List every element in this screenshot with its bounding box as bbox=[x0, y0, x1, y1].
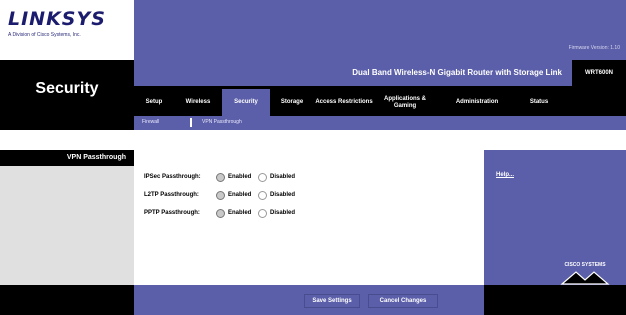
pptp-enabled-radio[interactable] bbox=[216, 209, 225, 218]
ipsec-label: IPSec Passthrough: bbox=[144, 174, 201, 180]
product-strip: Dual Band Wireless-N Gigabit Router with… bbox=[134, 60, 626, 86]
pptp-disabled-label: Disabled bbox=[270, 210, 296, 216]
l2tp-disabled-radio[interactable] bbox=[258, 191, 267, 200]
linksys-logo: LINKSYS A Division of Cisco Systems, Inc… bbox=[8, 8, 128, 44]
logo-subtitle: A Division of Cisco Systems, Inc. bbox=[8, 32, 81, 38]
tab-storage[interactable]: Storage bbox=[270, 89, 314, 116]
subtab-separator bbox=[190, 118, 192, 127]
subtab-vpn-passthrough[interactable]: VPN Passthrough bbox=[202, 119, 242, 125]
header-band: Firmware Version: 1.10 bbox=[134, 0, 626, 60]
section-title: Security bbox=[35, 80, 99, 97]
l2tp-enabled-label: Enabled bbox=[228, 192, 252, 198]
left-gap bbox=[0, 130, 134, 150]
l2tp-disabled-label: Disabled bbox=[270, 192, 296, 198]
bottom-bar: Save Settings Cancel Changes bbox=[0, 285, 626, 315]
cancel-changes-button[interactable]: Cancel Changes bbox=[368, 294, 438, 308]
top-header: LINKSYS A Division of Cisco Systems, Inc… bbox=[0, 0, 626, 60]
main-tabs: Setup Wireless Security Storage Access R… bbox=[134, 89, 626, 116]
pptp-disabled-radio[interactable] bbox=[258, 209, 267, 218]
ipsec-disabled-label: Disabled bbox=[270, 174, 296, 180]
tab-security[interactable]: Security bbox=[222, 89, 270, 116]
firmware-version: Firmware Version: 1.10 bbox=[568, 45, 620, 51]
tab-wireless[interactable]: Wireless bbox=[174, 89, 222, 116]
save-settings-button[interactable]: Save Settings bbox=[304, 294, 360, 308]
cisco-logo: CISCO SYSTEMS bbox=[556, 258, 614, 286]
tab-administration[interactable]: Administration bbox=[436, 89, 518, 116]
bottom-left-block bbox=[0, 285, 134, 315]
left-sidebar: VPN Passthrough bbox=[0, 130, 134, 285]
tab-access-restrictions[interactable]: Access Restrictions bbox=[314, 89, 374, 116]
ipsec-enabled-radio[interactable] bbox=[216, 173, 225, 182]
help-link[interactable]: Help... bbox=[496, 172, 514, 178]
l2tp-enabled-radio[interactable] bbox=[216, 191, 225, 200]
left-label-bar: VPN Passthrough bbox=[0, 150, 134, 166]
cisco-bridge-icon: CISCO SYSTEMS bbox=[560, 262, 610, 285]
help-panel: Help... CISCO SYSTEMS bbox=[484, 130, 626, 285]
router-admin-page: LINKSYS A Division of Cisco Systems, Inc… bbox=[0, 0, 626, 315]
help-top-gap bbox=[484, 130, 626, 150]
subtab-firewall[interactable]: Firewall bbox=[142, 119, 159, 125]
main-top-gap bbox=[134, 130, 484, 150]
pptp-label: PPTP Passthrough: bbox=[144, 210, 200, 216]
nav-row: Security Dual Band Wireless-N Gigabit Ro… bbox=[0, 60, 626, 130]
tab-applications-gaming[interactable]: Applications & Gaming bbox=[374, 89, 436, 116]
main-content: IPSec Passthrough: Enabled Disabled L2TP… bbox=[134, 130, 484, 285]
model-badge: WRT600N bbox=[572, 60, 626, 86]
l2tp-label: L2TP Passthrough: bbox=[144, 192, 199, 198]
cisco-label: CISCO SYSTEMS bbox=[564, 262, 606, 268]
tab-status[interactable]: Status bbox=[518, 89, 560, 116]
tab-setup[interactable]: Setup bbox=[134, 89, 174, 116]
sub-tabs: Firewall VPN Passthrough bbox=[134, 116, 626, 130]
bottom-right-block bbox=[484, 285, 626, 315]
sidebar-section-label: VPN Passthrough bbox=[66, 154, 126, 161]
product-name: Dual Band Wireless-N Gigabit Router with… bbox=[352, 68, 562, 77]
pptp-enabled-label: Enabled bbox=[228, 210, 252, 216]
logo-text: LINKSYS bbox=[8, 8, 106, 30]
ipsec-enabled-label: Enabled bbox=[228, 174, 252, 180]
ipsec-disabled-radio[interactable] bbox=[258, 173, 267, 182]
